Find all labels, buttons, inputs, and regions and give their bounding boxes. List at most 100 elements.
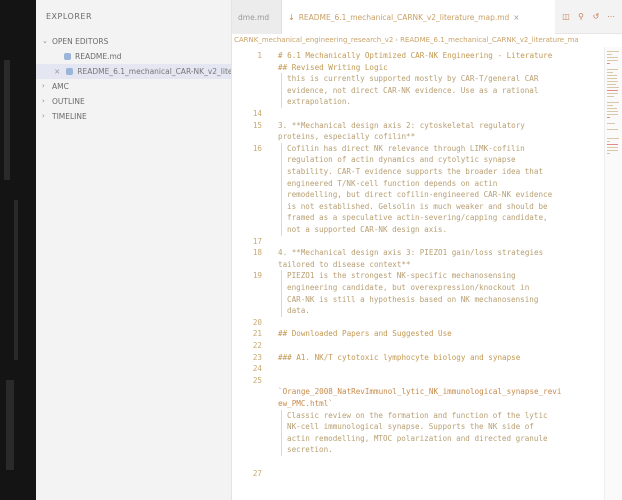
- minimap-line: [607, 102, 619, 103]
- minimap-line: [607, 117, 610, 118]
- minimap-line: [607, 87, 619, 88]
- editor-line[interactable]: CAR-NK is still a hypothesis based on NK…: [232, 294, 604, 305]
- split-editor-icon[interactable]: ◫: [561, 12, 571, 22]
- chevron-right-icon: ›: [42, 82, 45, 90]
- more-icon[interactable]: ⋯: [606, 12, 616, 22]
- line-text: ### A1. NK/T cytotoxic lymphocyte biolog…: [278, 352, 521, 362]
- close-icon[interactable]: ×: [513, 13, 519, 22]
- editor-line[interactable]: evidence, not direct CAR-NK evidence. Us…: [232, 85, 604, 96]
- minimap-line: [607, 144, 619, 145]
- breadcrumb-separator-icon: ›: [395, 36, 399, 44]
- line-text: ## Downloaded Papers and Suggested Use: [278, 329, 452, 339]
- minimap-line: [607, 93, 619, 94]
- timeline-section[interactable]: › TIMELINE: [36, 109, 231, 124]
- line-text: engineering candidate, but overexpressio…: [287, 283, 530, 292]
- tab-readme[interactable]: dme.md: [232, 0, 282, 34]
- editor-line[interactable]: 24: [232, 363, 604, 374]
- markdown-editor[interactable]: 1 # 6.1 Mechanically Optimized CAR-NK Eng…: [232, 47, 604, 500]
- editor-line[interactable]: NK-cell immunological synapse. Supports …: [232, 421, 604, 432]
- editor-line[interactable]: 19 PIEZO1 is the strongest NK-specific me…: [232, 270, 604, 281]
- editor-line[interactable]: is not established. Gelsolin is much wea…: [232, 201, 604, 212]
- open-editor-item[interactable]: README.md: [36, 49, 231, 64]
- line-number: 17: [252, 236, 262, 246]
- editor-line[interactable]: secretion.: [232, 444, 604, 455]
- editor-line[interactable]: 14: [232, 108, 604, 119]
- breadcrumb-file[interactable]: README_6.1_mechanical_CARNK_v2_literatur…: [400, 36, 579, 44]
- minimap-line: [607, 150, 619, 151]
- editor-line[interactable]: data.: [232, 305, 604, 316]
- activity-bar-shade: [4, 60, 10, 180]
- minimap-line: [607, 72, 613, 73]
- editor-line[interactable]: regulation of actin dynamics and cytolyt…: [232, 154, 604, 165]
- open-editor-item-active[interactable]: × README_6.1_mechanical_CAR-NK_v2_literat…: [36, 64, 231, 79]
- editor-line[interactable]: 17: [232, 236, 604, 247]
- minimap[interactable]: [604, 47, 622, 500]
- editor-line[interactable]: 15 3. **Mechanical design axis 2: cytoske…: [232, 120, 604, 131]
- editor-line[interactable]: 21 ## Downloaded Papers and Suggested Use: [232, 328, 604, 339]
- minimap-line: [607, 63, 610, 64]
- editor-line[interactable]: proteins, especially cofilin**: [232, 131, 604, 142]
- outline-section[interactable]: › OUTLINE: [36, 94, 231, 109]
- line-text: data.: [287, 306, 310, 316]
- editor-line[interactable]: framed as a speculative actin-severing/c…: [232, 212, 604, 223]
- amc-section[interactable]: › AMC: [36, 79, 231, 94]
- editor-line[interactable]: actin remodelling, MTOC polarization and…: [232, 433, 604, 444]
- editor-line[interactable]: 20: [232, 317, 604, 328]
- line-text: 4. **Mechanical design axis 3: PIEZO1 ga…: [278, 248, 544, 258]
- explorer-title: EXPLORER: [46, 12, 92, 21]
- chevron-down-icon: ⌄: [42, 37, 48, 45]
- explorer-sidebar: EXPLORER ⌄ OPEN EDITORS README.md × READM…: [36, 0, 232, 500]
- editor-line[interactable]: this is currently supported mostly by CA…: [232, 73, 604, 84]
- editor-line[interactable]: 23 ### A1. NK/T cytotoxic lymphocyte biol…: [232, 352, 604, 363]
- search-icon[interactable]: ⚲: [576, 12, 586, 22]
- editor-line[interactable]: engineering candidate, but overexpressio…: [232, 282, 604, 293]
- line-text: extrapolation.: [287, 97, 352, 107]
- line-text: ## Revised Writing Logic: [278, 62, 388, 72]
- history-icon[interactable]: ↺: [591, 12, 601, 22]
- chevron-right-icon: ›: [42, 112, 45, 120]
- editor-line[interactable]: 16 Cofilin has direct NK relevance throug…: [232, 143, 604, 154]
- editor-line[interactable]: `Orange_2008_NatRevImmunol_lytic_NK_immu…: [232, 386, 604, 397]
- editor-line[interactable]: ew_PMC.html`: [232, 398, 604, 409]
- activity-bar: [0, 0, 36, 500]
- breadcrumb-folder[interactable]: CARNK_mechanical_engineering_research_v2: [234, 36, 393, 44]
- editor-line[interactable]: 18 4. **Mechanical design axis 3: PIEZO1 …: [232, 247, 604, 258]
- editor-line[interactable]: [232, 456, 604, 467]
- line-number: 19: [252, 271, 262, 281]
- editor-line[interactable]: not a supported CAR-NK design axis.: [232, 224, 604, 235]
- line-text: PIEZO1 is the strongest NK-specific mech…: [287, 271, 516, 281]
- editor-line[interactable]: engineered T/NK-cell function depends on…: [232, 178, 604, 189]
- line-number: 15: [252, 120, 262, 130]
- line-text: is not established. Gelsolin is much wea…: [287, 201, 548, 211]
- minimap-line: [607, 78, 617, 79]
- tab-literature-map[interactable]: ↓ README_6.1_mechanical_CARNK_v2_literat…: [282, 0, 555, 34]
- line-number: 25: [252, 375, 262, 385]
- tab-label: README_6.1_mechanical_CARNK_v2_literatur…: [298, 12, 510, 22]
- line-text: stability. CAR-T evidence supports the b…: [287, 167, 544, 176]
- editor-line[interactable]: remodelling, but direct cofilin-engineer…: [232, 189, 604, 200]
- open-editor-label: README_6.1_mechanical_CAR-NK_v2_literatu…: [77, 67, 231, 76]
- close-icon[interactable]: ×: [54, 67, 60, 76]
- activity-bar-shade: [14, 200, 18, 360]
- line-text: 3. **Mechanical design axis 2: cytoskele…: [278, 120, 525, 130]
- editor-line[interactable]: stability. CAR-T evidence supports the b…: [232, 166, 604, 177]
- open-editors-section[interactable]: ⌄ OPEN EDITORS: [36, 34, 231, 49]
- section-label: OUTLINE: [52, 97, 85, 106]
- editor-line[interactable]: 25: [232, 375, 604, 386]
- editor-line[interactable]: ## Revised Writing Logic: [232, 62, 604, 73]
- line-number: 14: [252, 109, 262, 118]
- line-text: Cofilin has direct NK relevance through …: [287, 143, 525, 153]
- line-text: `Orange_2008_NatRevImmunol_lytic_NK_immu…: [278, 387, 562, 397]
- editor-line[interactable]: extrapolation.: [232, 96, 604, 107]
- line-text: framed as a speculative actin-severing/c…: [287, 213, 548, 223]
- open-editors-label: OPEN EDITORS: [52, 37, 109, 46]
- editor-line[interactable]: 22: [232, 340, 604, 351]
- editor-line[interactable]: 27: [232, 468, 604, 479]
- line-text: proteins, especially cofilin**: [278, 132, 416, 142]
- minimap-line: [607, 147, 618, 148]
- editor-line[interactable]: 1 # 6.1 Mechanically Optimized CAR-NK Eng…: [232, 50, 604, 61]
- editor-line[interactable]: Classic review on the formation and func…: [232, 410, 604, 421]
- line-number: 21: [252, 329, 262, 339]
- editor-line[interactable]: tailored to disease context**: [232, 259, 604, 270]
- minimap-line: [607, 129, 618, 130]
